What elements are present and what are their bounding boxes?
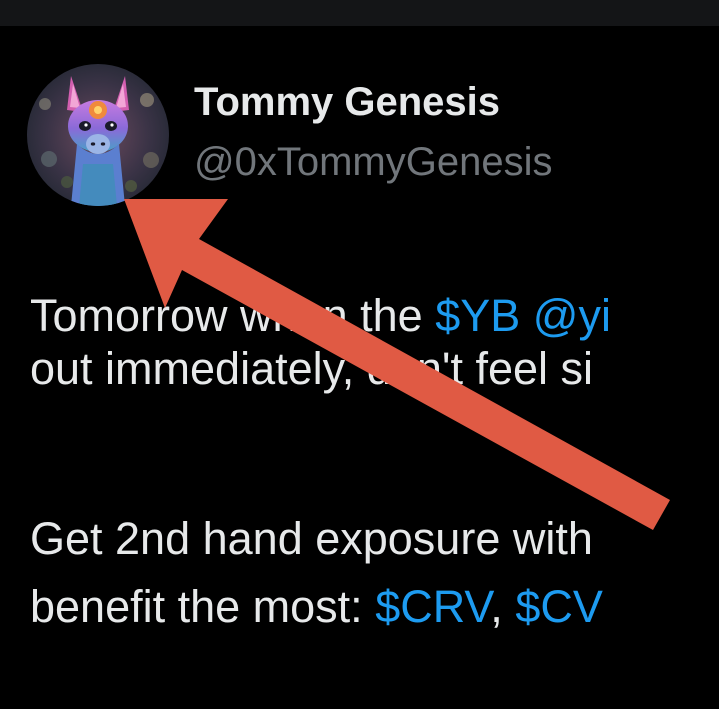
cashtag-link[interactable]: $CV	[515, 581, 603, 632]
tweet-text: Tomorrow when the	[30, 290, 436, 341]
tweet-text: Get 2nd hand exposure with	[30, 513, 593, 564]
cashtag-link[interactable]: $YB	[435, 290, 520, 341]
llama-avatar-icon[interactable]	[27, 64, 169, 206]
mention-link[interactable]: @yi	[533, 290, 611, 341]
tweet-text: ,	[490, 581, 516, 632]
author-display-name[interactable]: Tommy Genesis	[194, 80, 500, 125]
tweet-text: benefit the most:	[30, 581, 376, 632]
avatar-image	[27, 64, 169, 206]
tweet-text	[520, 290, 533, 341]
tweet-text-line: out immediately, don't feel si	[30, 343, 593, 395]
tweet-text-line: Tomorrow when the $YB @yi	[30, 290, 611, 342]
cashtag-link[interactable]: $CRV	[375, 581, 490, 632]
top-bar	[0, 0, 719, 26]
tweet-text: out immediately, don't feel si	[30, 343, 594, 394]
author-handle[interactable]: @0xTommyGenesis	[194, 140, 552, 185]
tweet-text-line: Get 2nd hand exposure with	[30, 513, 593, 565]
tweet-text-line: benefit the most: $CRV, $CV	[30, 581, 603, 633]
